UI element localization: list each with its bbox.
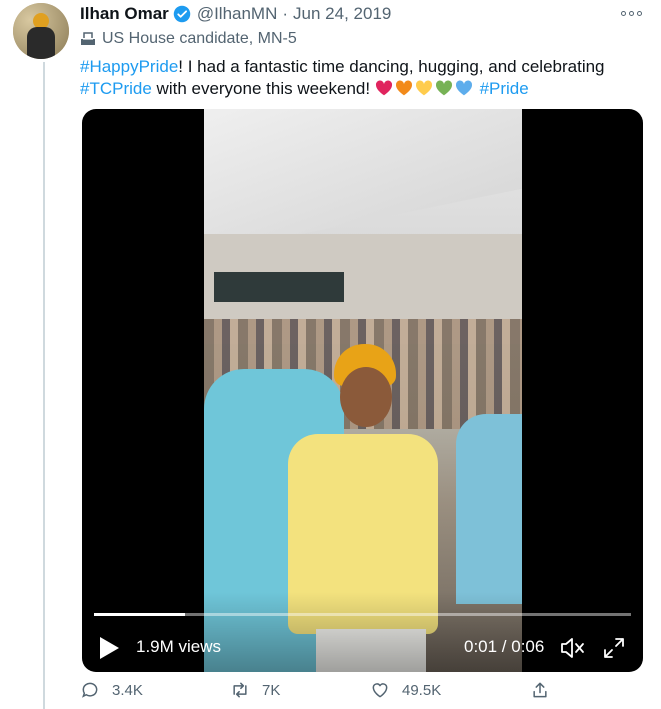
author-handle[interactable]: @IlhanMN (197, 4, 278, 24)
verified-badge-icon (173, 5, 191, 23)
ballot-box-icon (80, 32, 96, 46)
reply-icon (82, 682, 98, 698)
author-name[interactable]: Ilhan Omar (80, 4, 169, 24)
header-separator: · (282, 4, 289, 23)
video-time: 0:01 / 0:06 (464, 637, 545, 656)
fullscreen-icon[interactable] (602, 636, 626, 660)
hashtag-tcpride-link[interactable]: #TCPride (80, 79, 152, 98)
play-icon[interactable] (98, 636, 120, 660)
share-button[interactable] (530, 680, 550, 700)
mute-icon[interactable] (559, 636, 585, 660)
green-heart-icon (435, 80, 452, 96)
video-progress-fill (94, 613, 186, 616)
share-icon (533, 682, 547, 698)
like-count: 49.5K (402, 681, 442, 699)
tweet-actions: 3.4K 7K 49.5K (80, 680, 560, 706)
like-button[interactable]: 49.5K (370, 680, 441, 700)
avatar[interactable] (13, 3, 69, 59)
hashtag-happypride-link[interactable]: #HappyPride (80, 57, 178, 76)
reply-button[interactable]: 3.4K (80, 680, 143, 700)
hashtag-pride-link[interactable]: #Pride (480, 79, 529, 98)
reply-count: 3.4K (112, 681, 143, 699)
red-heart-icon (375, 80, 392, 96)
video-frame (204, 109, 522, 672)
candidate-text: US House candidate, MN-5 (102, 30, 297, 47)
heart-emojis (375, 79, 475, 98)
candidate-label: US House candidate, MN-5 (80, 30, 297, 48)
video-views: 1.9M views (136, 637, 222, 656)
tweet-text: #HappyPride! I had a fantastic time danc… (80, 56, 640, 100)
orange-heart-icon (395, 80, 412, 96)
retweet-button[interactable]: 7K (230, 680, 280, 700)
yellow-heart-icon (415, 80, 432, 96)
blue-heart-icon (455, 80, 472, 96)
tweet-date[interactable]: Jun 24, 2019 (293, 4, 391, 24)
like-icon (372, 683, 388, 698)
tweet-header: Ilhan Omar @IlhanMN · Jun 24, 2019 (80, 2, 640, 26)
video-player[interactable]: 1.9M views 0:01 / 0:06 (82, 109, 643, 672)
video-progress-bar[interactable] (94, 613, 631, 616)
more-icon[interactable] (621, 8, 643, 18)
thread-line (43, 62, 45, 709)
tweet-text-line1: ! I had a fantastic time dancing, huggin… (178, 57, 605, 76)
retweet-count: 7K (262, 681, 281, 699)
tweet-text-line2: with everyone this weekend! (151, 79, 375, 98)
retweet-icon (233, 682, 247, 698)
